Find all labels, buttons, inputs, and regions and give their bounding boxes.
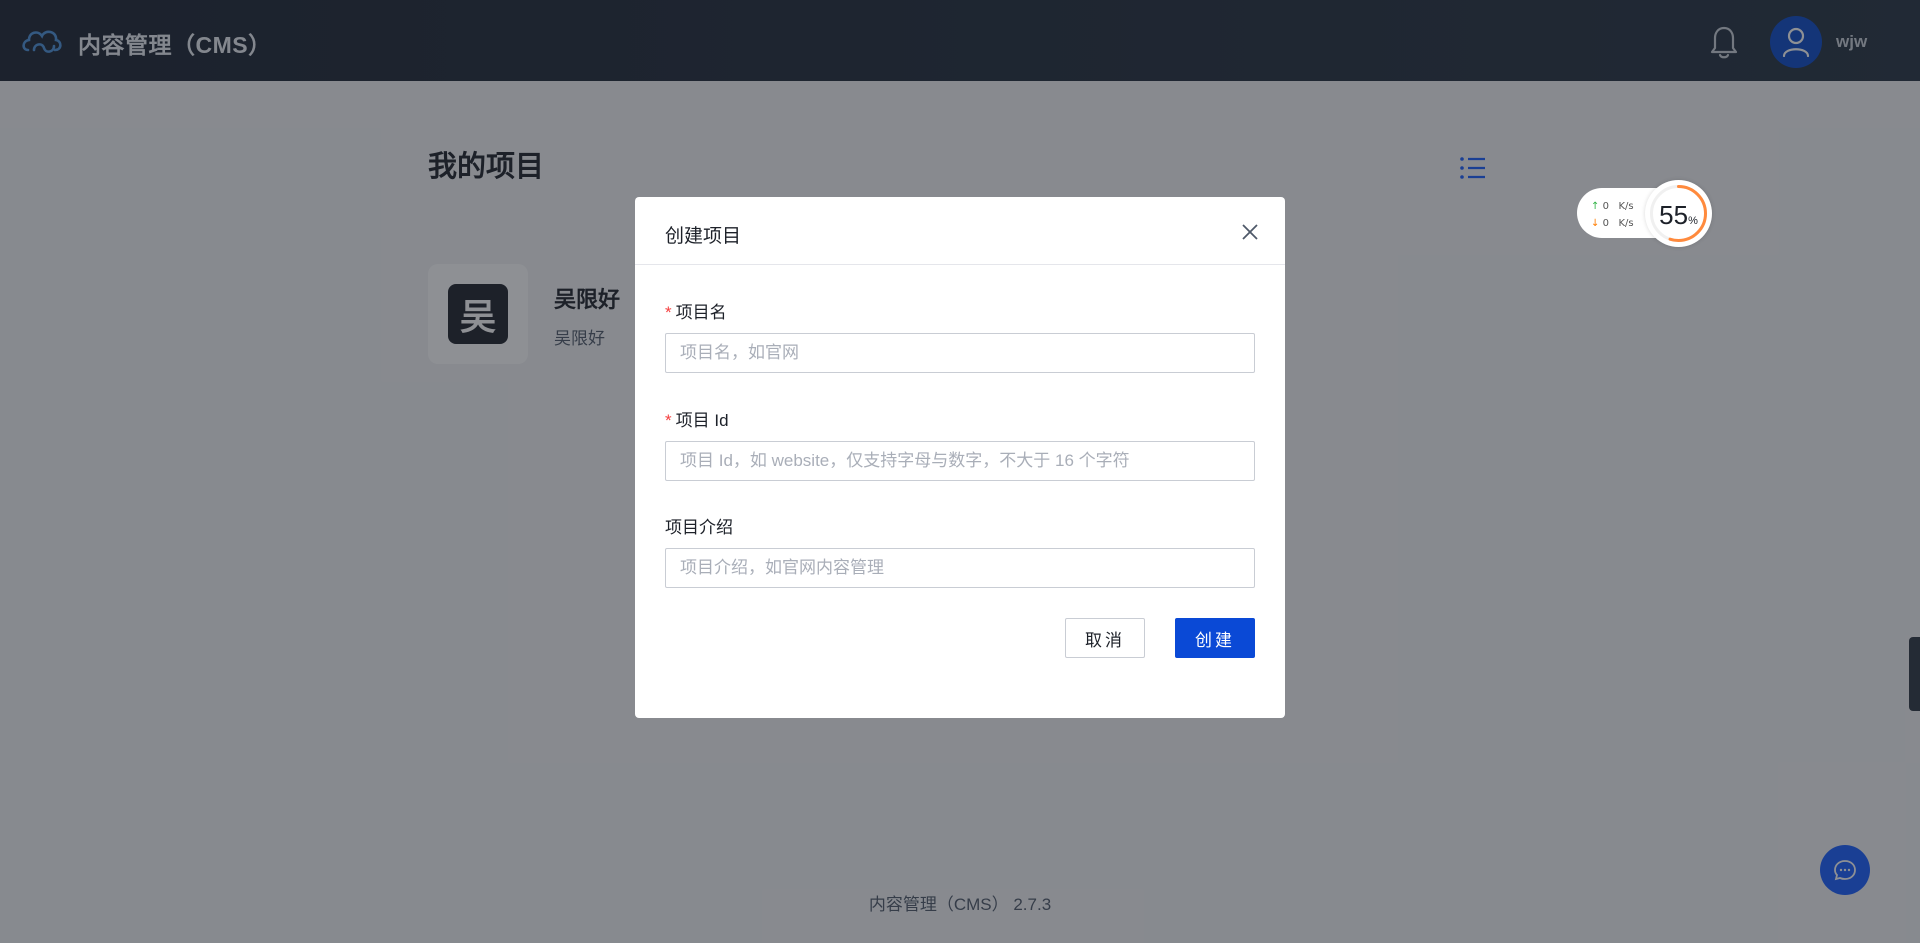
usage-percent: 55% [1659, 200, 1698, 230]
download-speed: ↓ 0 K/s [1591, 218, 1634, 229]
create-button[interactable]: 创建 [1175, 618, 1255, 658]
project-name-input[interactable] [665, 333, 1255, 373]
required-mark: * [665, 411, 672, 430]
modal-header: 创建项目 [635, 197, 1285, 265]
project-name-label: * 项目名 [665, 303, 727, 322]
required-mark: * [665, 303, 672, 322]
modal-title: 创建项目 [665, 226, 742, 247]
upload-speed: ↑ 0 K/s [1591, 201, 1634, 212]
upload-arrow-icon: ↑ [1591, 201, 1600, 212]
close-icon[interactable] [1240, 222, 1260, 242]
usage-gauge: 55% [1645, 180, 1712, 247]
project-description-label: 项目介绍 [665, 518, 733, 537]
network-speed-widget[interactable]: ↑ 0 K/s ↓ 0 K/s 55% [1577, 180, 1713, 247]
project-description-input[interactable] [665, 548, 1255, 588]
project-id-label: * 项目 Id [665, 411, 729, 430]
project-id-input[interactable] [665, 441, 1255, 481]
download-arrow-icon: ↓ [1591, 218, 1600, 229]
cancel-button[interactable]: 取消 [1065, 618, 1145, 658]
create-project-modal: 创建项目 *项目名 *项目 Id 项目介绍 取消 创建 [635, 197, 1285, 718]
